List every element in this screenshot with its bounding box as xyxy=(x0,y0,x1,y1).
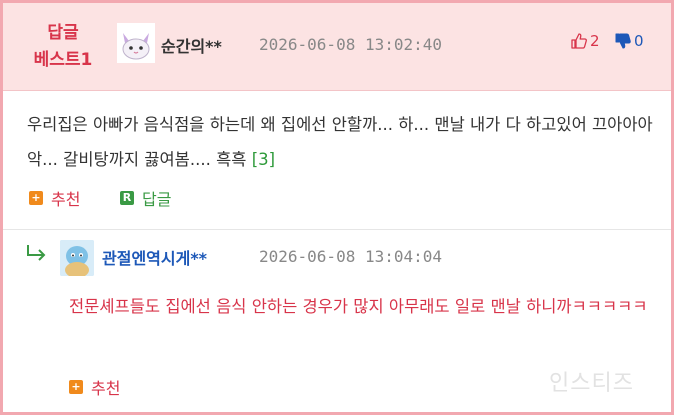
upvote-button[interactable]: 2 xyxy=(571,31,600,51)
reply-r-icon: R xyxy=(120,191,134,205)
downvote-button[interactable]: 0 xyxy=(615,31,644,51)
plus-square-icon: + xyxy=(29,191,43,205)
comment-header: 답글 베스트1 순간의** 2026-06-08 13:02:40 2 0 xyxy=(3,3,671,91)
comment-card: 답글 베스트1 순간의** 2026-06-08 13:02:40 2 0 우리… xyxy=(0,0,674,415)
reply-text: 전문셰프들도 집에선 음식 안하는 경우가 많지 아무래도 일로 맨날 하니까ㅋ… xyxy=(69,297,648,316)
reply-button[interactable]: R 답글 xyxy=(120,186,171,210)
avatar[interactable] xyxy=(60,240,94,276)
comment-timestamp: 2026-06-08 13:02:40 xyxy=(259,35,443,54)
reply-arrow-icon xyxy=(25,243,49,267)
divider xyxy=(3,229,671,230)
downvote-count: 0 xyxy=(634,32,644,50)
reply-timestamp: 2026-06-08 13:04:04 xyxy=(259,247,443,266)
cat-avatar-icon xyxy=(117,23,155,63)
reply-recommend-button[interactable]: + 추천 xyxy=(69,375,120,399)
upvote-count: 2 xyxy=(590,32,600,50)
recommend-button[interactable]: + 추천 xyxy=(29,186,80,210)
character-avatar-icon xyxy=(60,240,94,276)
thumbs-up-icon xyxy=(571,33,587,49)
avatar[interactable] xyxy=(117,23,155,63)
reply-count[interactable]: [3] xyxy=(252,150,275,169)
author-nickname[interactable]: 순간의** xyxy=(161,33,222,57)
reply-author-nickname[interactable]: 관절엔역시게** xyxy=(102,245,207,269)
plus-square-icon: + xyxy=(69,380,83,394)
thumbs-down-icon xyxy=(615,33,631,49)
comment-text: 우리집은 아빠가 음식점을 하는데 왜 집에선 안할까... 하... 맨날 내… xyxy=(27,115,653,169)
site-watermark: 인스티즈 xyxy=(549,371,634,396)
best-reply-badge: 답글 베스트1 xyxy=(33,23,93,70)
